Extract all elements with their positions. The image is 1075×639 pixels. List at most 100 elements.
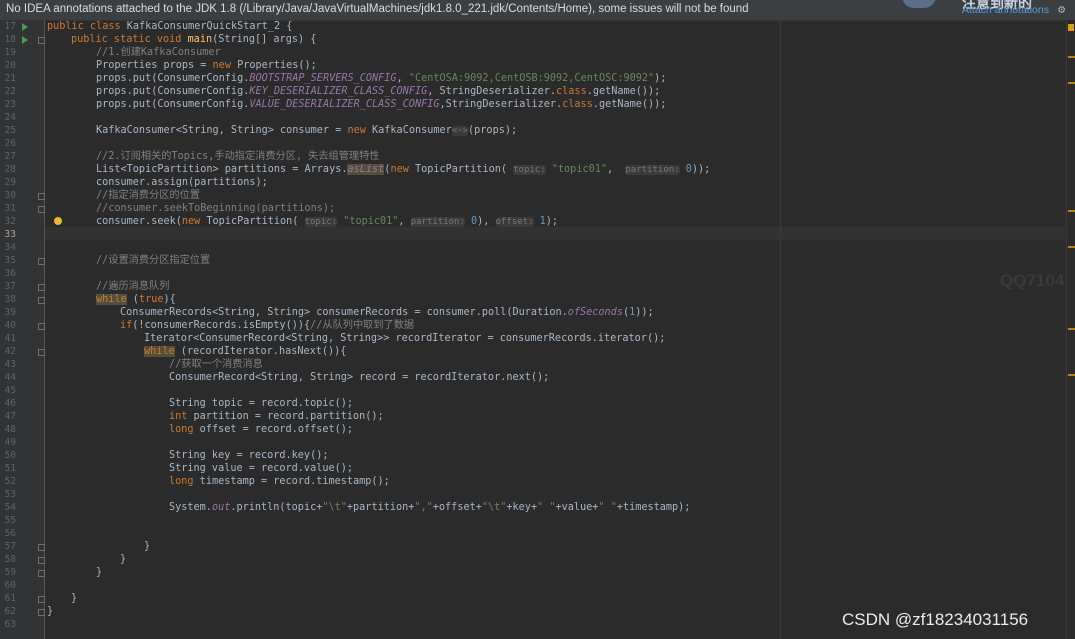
fold-marker-icon[interactable] xyxy=(38,37,45,44)
line-number: 32 xyxy=(4,216,16,227)
code-line: long offset = record.offset(); xyxy=(169,424,354,435)
line-number: 21 xyxy=(4,73,16,84)
code-line: KafkaConsumer<String, String> consumer =… xyxy=(96,125,518,136)
code-line: props.put(ConsumerConfig.BOOTSTRAP_SERVE… xyxy=(96,73,667,84)
line-number: 54 xyxy=(4,502,16,513)
line-number: 30 xyxy=(4,190,16,201)
code-line: List<TopicPartition> partitions = Arrays… xyxy=(96,164,711,175)
banner-message: No IDEA annotations attached to the JDK … xyxy=(6,3,749,15)
fold-marker-icon[interactable] xyxy=(38,544,45,551)
fold-marker-icon[interactable] xyxy=(38,570,45,577)
stripe-mark[interactable] xyxy=(1068,328,1075,330)
fold-marker-icon[interactable] xyxy=(38,609,45,616)
code-line: if(!consumerRecords.isEmpty()){//从队列中取到了… xyxy=(120,320,415,331)
code-line: } xyxy=(47,606,54,617)
comment: //consumer.seekToBeginning(partitions); xyxy=(96,203,336,214)
code-line: long timestamp = record.timestamp(); xyxy=(169,476,390,487)
comment: //2.订阅相关的Topics,手动指定消费分区, 失去组管理特性 xyxy=(96,151,380,162)
code-line: } xyxy=(120,554,127,565)
code-line: String key = record.key(); xyxy=(169,450,329,461)
param-hint: topic: xyxy=(513,165,546,175)
logo-icon xyxy=(902,0,936,8)
code-line: //consumer.seekToBeginning(partitions); xyxy=(96,202,335,215)
line-number: 42 xyxy=(4,346,16,357)
stripe-mark[interactable] xyxy=(1068,56,1075,58)
gear-icon[interactable]: ⚙ xyxy=(1058,2,1065,16)
line-number: 57 xyxy=(4,541,16,552)
line-number: 31 xyxy=(4,203,16,214)
line-number: 23 xyxy=(4,99,16,110)
line-number: 53 xyxy=(4,489,16,500)
line-number: 18 xyxy=(4,34,16,45)
run-class-icon[interactable] xyxy=(22,23,28,31)
stripe-mark[interactable] xyxy=(1068,210,1075,212)
offset-number: 1 xyxy=(539,216,546,227)
line-number: 56 xyxy=(4,528,16,539)
partition-number: 0 xyxy=(685,164,692,175)
line-number: 45 xyxy=(4,385,16,396)
line-number: 20 xyxy=(4,60,16,71)
fold-marker-icon[interactable] xyxy=(38,349,45,356)
fold-marker-icon[interactable] xyxy=(38,193,45,200)
fold-marker-icon[interactable] xyxy=(38,323,45,330)
line-number: 43 xyxy=(4,359,16,370)
stripe-mark[interactable] xyxy=(1068,82,1075,84)
run-main-icon[interactable] xyxy=(22,36,28,44)
stripe-mark[interactable] xyxy=(1068,374,1075,376)
line-number: 36 xyxy=(4,268,16,279)
param-hint: topic: xyxy=(304,217,338,227)
poll-seconds: 1 xyxy=(629,307,636,318)
line-number: 17 xyxy=(4,21,16,32)
partition-number: 0 xyxy=(471,216,478,227)
line-number: 41 xyxy=(4,333,16,344)
line-number: 44 xyxy=(4,372,16,383)
code-line: //获取一个消费消息 xyxy=(169,358,263,371)
line-number: 52 xyxy=(4,476,16,487)
code-line: props.put(ConsumerConfig.KEY_DESERIALIZE… xyxy=(96,86,661,97)
code-line: ConsumerRecords<String, String> consumer… xyxy=(120,307,654,318)
line-number: 49 xyxy=(4,437,16,448)
line-number: 39 xyxy=(4,307,16,318)
fold-marker-icon[interactable] xyxy=(38,557,45,564)
comment: //指定消费分区的位置 xyxy=(96,190,200,201)
comment: //1.创建KafkaConsumer xyxy=(96,47,221,58)
line-number: 47 xyxy=(4,411,16,422)
line-number: 55 xyxy=(4,515,16,526)
param-hint: partition: xyxy=(410,217,465,227)
topic-string: "topic01" xyxy=(343,216,399,227)
param-hint: partition: xyxy=(625,165,680,175)
line-number: 62 xyxy=(4,606,16,617)
comment: //从队列中取到了数据 xyxy=(310,320,415,331)
line-number: 58 xyxy=(4,554,16,565)
fold-marker-icon[interactable] xyxy=(38,297,45,304)
code-line: public static void main(String[] args) { xyxy=(71,34,317,45)
code-line: while (true){ xyxy=(96,294,176,305)
stripe-mark[interactable] xyxy=(1068,246,1075,248)
line-number: 61 xyxy=(4,593,16,604)
code-line: System.out.println(topic+"\t"+partition+… xyxy=(169,502,691,513)
line-number: 59 xyxy=(4,567,16,578)
fold-marker-icon[interactable] xyxy=(38,258,45,265)
fold-marker-icon[interactable] xyxy=(38,284,45,291)
code-line: } xyxy=(96,567,103,578)
line-number: 35 xyxy=(4,255,16,266)
fold-marker-icon[interactable] xyxy=(38,596,45,603)
code-line: } xyxy=(71,593,78,604)
line-number: 29 xyxy=(4,177,16,188)
fold-marker-icon[interactable] xyxy=(38,206,45,213)
line-number: 34 xyxy=(4,242,16,253)
attach-annotations-link[interactable]: Attach annotations xyxy=(962,4,1049,16)
code-editor[interactable]: public class KafkaConsumerQuickStart_2 {… xyxy=(45,20,1065,639)
code-line: int partition = record.partition(); xyxy=(169,411,384,422)
code-line: //1.创建KafkaConsumer xyxy=(96,46,221,59)
line-number: 25 xyxy=(4,125,16,136)
line-number: 22 xyxy=(4,86,16,97)
code-line: consumer.assign(partitions); xyxy=(96,177,268,188)
line-number: 24 xyxy=(4,112,16,123)
line-number: 40 xyxy=(4,320,16,331)
code-line: //2.订阅相关的Topics,手动指定消费分区, 失去组管理特性 xyxy=(96,150,379,163)
warning-indicator-icon[interactable] xyxy=(1068,24,1074,31)
code-line: props.put(ConsumerConfig.VALUE_DESERIALI… xyxy=(96,99,667,110)
line-number: 51 xyxy=(4,463,16,474)
code-line: public class KafkaConsumerQuickStart_2 { xyxy=(47,21,293,32)
